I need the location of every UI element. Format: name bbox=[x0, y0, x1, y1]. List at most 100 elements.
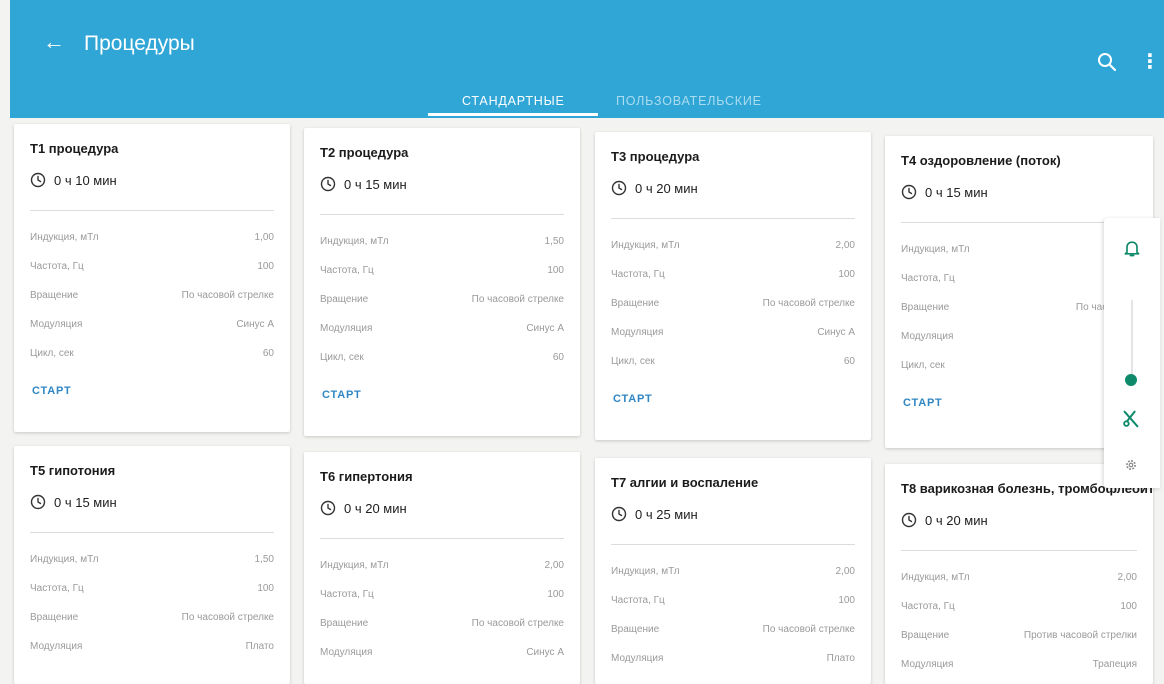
param-label: Вращение bbox=[320, 294, 369, 305]
param-row: Модуляция Синус А bbox=[320, 647, 564, 663]
param-value: 100 bbox=[547, 589, 564, 600]
gear-icon[interactable] bbox=[1124, 458, 1138, 472]
card-title: Т4 оздоровление (поток) bbox=[901, 153, 1061, 168]
search-icon[interactable] bbox=[1095, 50, 1119, 74]
param-label: Цикл, сек bbox=[611, 356, 655, 367]
back-arrow-icon[interactable]: ← bbox=[40, 28, 68, 56]
procedure-card[interactable]: Т5 гипотония 0 ч 15 мин Индукция, мТл 1,50 Ч… bbox=[14, 446, 290, 684]
page-title: Процедуры bbox=[84, 32, 195, 55]
duration-value: 0 ч 25 мин bbox=[635, 506, 698, 522]
card-title: Т7 алгии и воспаление bbox=[611, 475, 759, 490]
card-title: Т3 процедура bbox=[611, 149, 700, 164]
param-row: Индукция, мТл 2,00 bbox=[320, 560, 564, 576]
tab-custom[interactable]: ПОЛЬЗОВАТЕЛЬСКИЕ bbox=[616, 94, 762, 108]
tab-standard[interactable]: СТАНДАРТНЫЕ bbox=[462, 94, 565, 108]
start-button[interactable]: СТАРТ bbox=[32, 385, 72, 397]
clock-icon bbox=[611, 180, 627, 196]
param-row: Вращение По часовой стрелке bbox=[320, 294, 564, 310]
duration-value: 0 ч 10 мин bbox=[54, 172, 117, 188]
param-label: Модуляция bbox=[30, 319, 83, 330]
param-label: Вращение bbox=[320, 618, 369, 629]
tools-off-icon[interactable] bbox=[1120, 408, 1142, 430]
param-value: По часовой стрелке bbox=[181, 290, 274, 301]
start-button[interactable]: СТАРТ bbox=[322, 389, 362, 401]
param-value: Синус А bbox=[236, 319, 274, 330]
bell-icon[interactable] bbox=[1122, 238, 1142, 258]
param-row: Модуляция Плато bbox=[30, 641, 274, 657]
more-vert-icon[interactable]: ⋮ bbox=[1140, 50, 1160, 74]
param-value: По часовой стрелке bbox=[471, 618, 564, 629]
clock-icon bbox=[901, 184, 917, 200]
param-label: Модуляция bbox=[320, 323, 373, 334]
param-label: Модуляция bbox=[611, 327, 664, 338]
param-row: Вращение По часовой стрелке bbox=[320, 618, 564, 634]
param-row: Вращение По часовой стрелке bbox=[611, 298, 855, 314]
procedure-card[interactable]: Т7 алгии и воспаление 0 ч 25 мин Индукция,… bbox=[595, 458, 871, 684]
start-button[interactable]: СТАРТ bbox=[903, 397, 943, 409]
param-value: По часовой стрелке bbox=[762, 624, 855, 635]
param-label: Вращение bbox=[611, 298, 660, 309]
app-bar: ← Процедуры ⋮ СТАНДАРТНЫЕ ПОЛЬЗОВАТЕЛЬСК… bbox=[10, 0, 1164, 118]
param-row: Частота, Гц bbox=[901, 273, 1137, 289]
param-row: Частота, Гц 100 bbox=[30, 261, 274, 277]
param-row: Частота, Гц 100 bbox=[320, 265, 564, 281]
param-row: Цикл, сек 60 bbox=[30, 348, 274, 364]
param-row: Цикл, сек 60 bbox=[611, 356, 855, 372]
clock-icon bbox=[611, 506, 627, 522]
procedure-card[interactable]: Т2 процедура 0 ч 15 мин Индукция, мТл 1,50 Ч… bbox=[304, 128, 580, 436]
param-row: Вращение По часовой стрелке bbox=[30, 612, 274, 628]
duration-value: 0 ч 20 мин bbox=[344, 500, 407, 516]
param-value: По часовой стрелке bbox=[762, 298, 855, 309]
param-label: Цикл, сек bbox=[30, 348, 74, 359]
duration-row: 0 ч 25 мин bbox=[611, 504, 698, 524]
duration-row: 0 ч 15 мин bbox=[30, 492, 117, 512]
param-label: Вращение bbox=[30, 290, 79, 301]
param-value: 100 bbox=[1120, 601, 1137, 612]
param-label: Индукция, мТл bbox=[901, 572, 970, 583]
param-label: Вращение bbox=[611, 624, 660, 635]
procedure-card[interactable]: Т8 варикозная болезнь, тромбофлеоит 0 ч 2… bbox=[885, 464, 1154, 684]
divider bbox=[611, 218, 855, 219]
duration-row: 0 ч 20 мин bbox=[901, 510, 988, 530]
clock-icon bbox=[30, 494, 46, 510]
divider bbox=[30, 532, 274, 533]
param-row: Индукция, мТл 1,00 bbox=[30, 232, 274, 248]
param-label: Частота, Гц bbox=[611, 269, 665, 280]
param-value: 100 bbox=[257, 261, 274, 272]
param-label: Модуляция bbox=[901, 659, 954, 670]
divider bbox=[901, 550, 1137, 551]
param-label: Модуляция bbox=[901, 331, 954, 342]
side-slider-knob[interactable] bbox=[1125, 374, 1137, 386]
param-value: 60 bbox=[552, 352, 564, 363]
duration-row: 0 ч 20 мин bbox=[611, 178, 698, 198]
param-label: Индукция, мТл bbox=[320, 560, 389, 571]
param-label: Частота, Гц bbox=[611, 595, 665, 606]
param-value: Плато bbox=[245, 641, 274, 652]
card-title: Т2 процедура bbox=[320, 145, 409, 160]
param-label: Частота, Гц bbox=[901, 601, 955, 612]
param-value: 100 bbox=[257, 583, 274, 594]
param-row: Индукция, мТл bbox=[901, 244, 1137, 260]
procedure-card[interactable]: Т1 процедура 0 ч 10 мин Индукция, мТл 1,00 Ч… bbox=[14, 124, 290, 432]
param-row: Индукция, мТл 1,50 bbox=[30, 554, 274, 570]
card-title: Т1 процедура bbox=[30, 141, 119, 156]
param-label: Частота, Гц bbox=[320, 589, 374, 600]
param-row: Индукция, мТл 2,00 bbox=[901, 572, 1137, 588]
procedure-card[interactable]: Т3 процедура 0 ч 20 мин Индукция, мТл 2,00 Ч… bbox=[595, 132, 871, 440]
param-row: Цикл, сек 60 bbox=[320, 352, 564, 368]
start-button[interactable]: СТАРТ bbox=[613, 393, 653, 405]
param-label: Вращение bbox=[901, 302, 950, 313]
param-row: Частота, Гц 100 bbox=[320, 589, 564, 605]
param-label: Индукция, мТл bbox=[901, 244, 970, 255]
duration-value: 0 ч 15 мин bbox=[54, 494, 117, 510]
clock-icon bbox=[30, 172, 46, 188]
param-label: Вращение bbox=[30, 612, 79, 623]
param-row: Вращение По часовой стрелке bbox=[611, 624, 855, 640]
param-row: Частота, Гц 100 bbox=[611, 595, 855, 611]
card-title: Т6 гипертония bbox=[320, 469, 413, 484]
param-row: Частота, Гц 100 bbox=[611, 269, 855, 285]
procedure-card[interactable]: Т6 гипертония 0 ч 20 мин Индукция, мТл 2,00… bbox=[304, 452, 580, 684]
param-row: Модуляция Трапеция bbox=[901, 659, 1137, 675]
side-panel bbox=[1104, 218, 1160, 488]
param-row: Цикл, сек bbox=[901, 360, 1137, 376]
